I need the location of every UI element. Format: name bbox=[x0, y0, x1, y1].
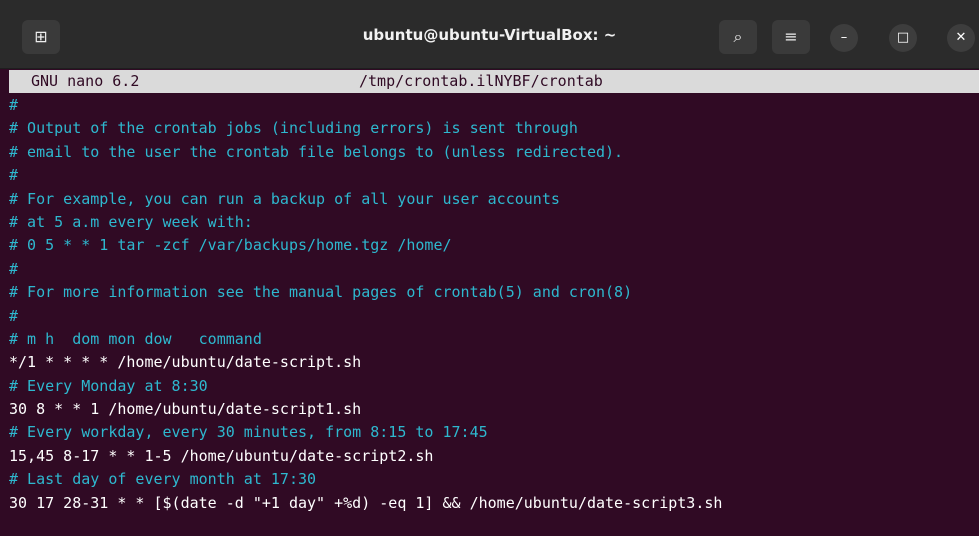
editor-line[interactable]: # For example, you can run a backup of a… bbox=[9, 188, 979, 211]
editor-line[interactable]: 15,45 8-17 * * 1-5 /home/ubuntu/date-scr… bbox=[9, 445, 979, 468]
minimize-button[interactable]: – bbox=[830, 24, 858, 52]
editor-line[interactable]: */1 * * * * /home/ubuntu/date-script.sh bbox=[9, 351, 979, 374]
editor-line[interactable]: # Last day of every month at 17:30 bbox=[9, 468, 979, 491]
nano-version: GNU nano 6.2 bbox=[31, 72, 140, 90]
close-button[interactable]: ✕ bbox=[947, 24, 975, 52]
minimize-icon: – bbox=[840, 30, 848, 45]
maximize-button[interactable]: □ bbox=[889, 24, 917, 52]
editor-line[interactable]: # For more information see the manual pa… bbox=[9, 281, 979, 304]
nano-filename: /tmp/crontab.ilNYBF/crontab bbox=[359, 72, 603, 90]
editor-line[interactable]: # Every workday, every 30 minutes, from … bbox=[9, 421, 979, 444]
new-tab-button[interactable]: ⊞ bbox=[22, 20, 60, 54]
maximize-icon: □ bbox=[896, 30, 910, 45]
editor-line[interactable]: # bbox=[9, 305, 979, 328]
editor-line[interactable]: # m h dom mon dow command bbox=[9, 328, 979, 351]
editor-line[interactable]: # Every Monday at 8:30 bbox=[9, 375, 979, 398]
nano-header-bar: GNU nano 6.2 /tmp/crontab.ilNYBF/crontab bbox=[9, 70, 979, 93]
editor-line[interactable]: # at 5 a.m every week with: bbox=[9, 211, 979, 234]
editor-line[interactable]: # bbox=[9, 94, 979, 117]
close-icon: ✕ bbox=[955, 30, 967, 45]
hamburger-menu-icon: ≡ bbox=[784, 27, 798, 46]
editor-line[interactable]: # 0 5 * * 1 tar -zcf /var/backups/home.t… bbox=[9, 234, 979, 257]
editor-line[interactable]: # email to the user the crontab file bel… bbox=[9, 141, 979, 164]
title-bar[interactable]: ⊞ ubuntu@ubuntu-VirtualBox: ~ ⌕ ≡ – □ ✕ bbox=[0, 0, 979, 69]
menu-button[interactable]: ≡ bbox=[772, 20, 810, 54]
editor-line[interactable]: # bbox=[9, 164, 979, 187]
editor-line[interactable]: # Output of the crontab jobs (including … bbox=[9, 117, 979, 140]
editor-content[interactable]: # # Output of the crontab jobs (includin… bbox=[9, 94, 979, 515]
terminal-window: ⊞ ubuntu@ubuntu-VirtualBox: ~ ⌕ ≡ – □ ✕ … bbox=[0, 0, 979, 536]
search-button[interactable]: ⌕ bbox=[719, 20, 757, 54]
editor-line[interactable]: 30 8 * * 1 /home/ubuntu/date-script1.sh bbox=[9, 398, 979, 421]
editor-line[interactable]: 30 17 28-31 * * [$(date -d "+1 day" +%d)… bbox=[9, 492, 979, 515]
search-icon: ⌕ bbox=[733, 27, 743, 46]
editor-line[interactable]: # bbox=[9, 258, 979, 281]
new-tab-icon: ⊞ bbox=[34, 27, 48, 46]
